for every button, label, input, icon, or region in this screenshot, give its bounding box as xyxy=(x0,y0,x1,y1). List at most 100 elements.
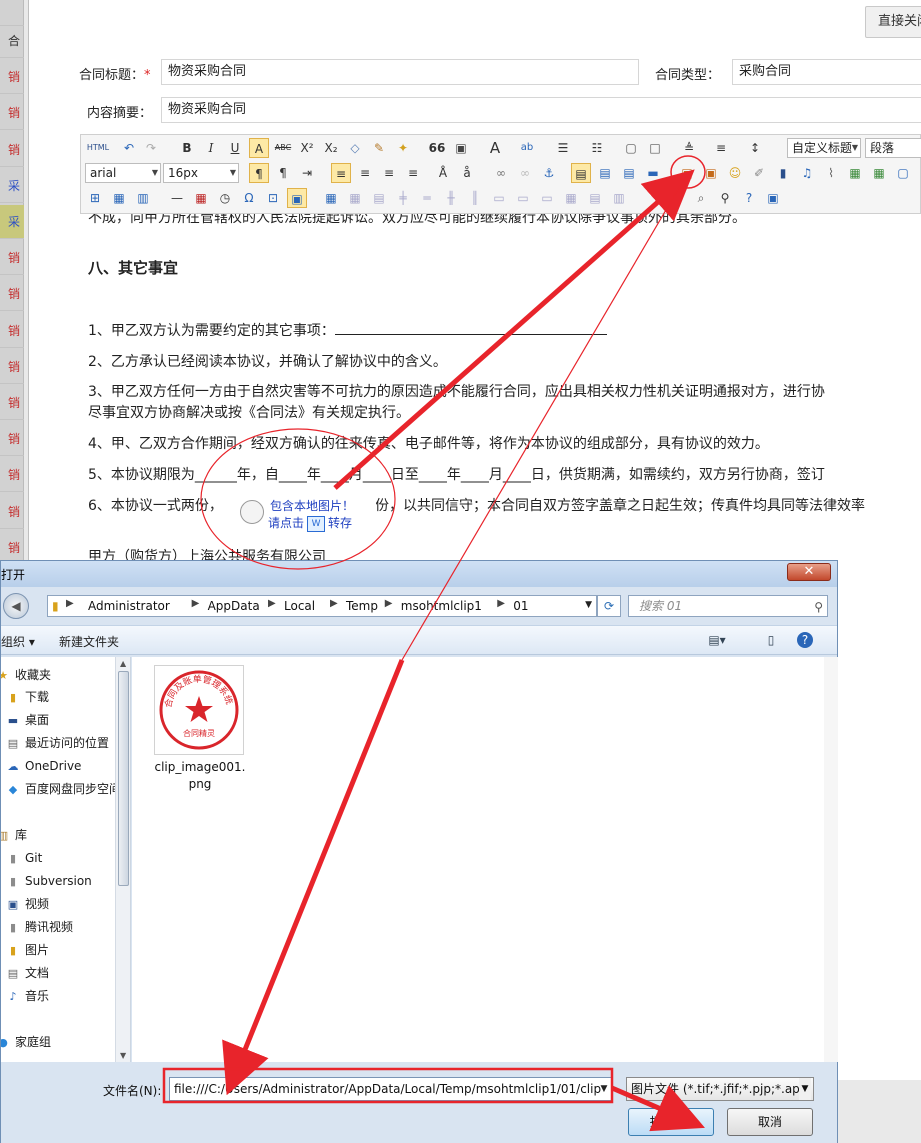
align-left-icon[interactable]: ≡ xyxy=(331,163,351,183)
help-icon[interactable]: ? xyxy=(797,632,813,648)
paste-plain-icon[interactable]: ▣ xyxy=(451,138,471,158)
font-size-select[interactable]: 16px ▼ xyxy=(163,163,239,183)
print-icon[interactable]: ⎙ xyxy=(667,188,687,208)
lowercase-icon[interactable]: å xyxy=(457,163,477,183)
time-icon[interactable]: ◷ xyxy=(215,188,235,208)
document-content[interactable]: 不成，向甲方所在管辖权的人民法院提起诉讼。双方应尽可能的继续履行本协议除争议事项… xyxy=(80,214,921,614)
breadcrumb-item[interactable]: msohtmlclip1 xyxy=(401,599,482,613)
background-list-item[interactable]: 采 xyxy=(0,205,24,239)
html-source-button[interactable]: HTML xyxy=(85,138,111,158)
breadcrumb-item[interactable]: Local xyxy=(284,599,315,613)
nav-item[interactable]: ▮ 图片 xyxy=(5,940,49,960)
pagebreak-icon[interactable]: ⊞ xyxy=(85,188,105,208)
close-directly-button[interactable]: 直接关闭 xyxy=(865,6,921,38)
snapscreen-icon[interactable]: ⊡ xyxy=(263,188,283,208)
nav-item[interactable]: ▤ 最近访问的位置 xyxy=(5,733,109,753)
breadcrumb-item[interactable]: AppData xyxy=(208,599,260,613)
gmap-icon[interactable]: ▦ xyxy=(869,163,889,183)
preview-pane-icon[interactable]: ▯ xyxy=(761,632,781,648)
file-item[interactable]: 合同及账单管理系统 合同精灵 clip_image001.png xyxy=(152,665,248,795)
iframe-icon[interactable]: ▢ xyxy=(893,163,913,183)
dialog-close-button[interactable]: ✕ xyxy=(787,563,831,581)
filename-input[interactable]: file:///C:/Users/Administrator/AppData/L… xyxy=(169,1077,612,1101)
drafts-icon[interactable]: ▣ xyxy=(763,188,783,208)
image-float-right-icon[interactable]: ▤ xyxy=(619,163,639,183)
background-list-item[interactable]: 销 xyxy=(0,422,24,457)
align-center-icon[interactable]: ≡ xyxy=(355,163,375,183)
background-list-item[interactable]: 销 xyxy=(0,241,24,276)
nav-item[interactable]: ▮ Git xyxy=(5,848,42,868)
custom-title-select[interactable]: 自定义标题 ▼ xyxy=(787,138,861,158)
ordered-list-icon[interactable]: ☰ xyxy=(553,138,573,158)
search-input[interactable]: 搜索 01 ⚲ xyxy=(628,595,828,617)
address-bar[interactable]: ▮ ▶ Administrator ▶ AppData ▶ Local ▶ Temp ▶ mso… xyxy=(47,595,597,617)
font-border-button[interactable]: A xyxy=(249,138,269,158)
open-button[interactable]: 打开(O) xyxy=(628,1108,714,1136)
redo-icon[interactable]: ↷ xyxy=(141,138,161,158)
chevron-right-icon[interactable]: ▶ xyxy=(192,598,200,609)
background-icon[interactable]: ▥ xyxy=(133,188,153,208)
cancel-button[interactable]: 取消 xyxy=(727,1108,813,1136)
background-list-item[interactable]: 采 xyxy=(0,169,24,203)
font-family-select[interactable]: arial ▼ xyxy=(85,163,161,183)
split-cols-icon[interactable]: ▥ xyxy=(609,188,629,208)
delete-table-icon[interactable]: ▦ xyxy=(345,188,365,208)
scrollbar-thumb[interactable] xyxy=(118,671,129,886)
background-list-item[interactable]: 销 xyxy=(0,386,24,420)
row-spacing-bottom-icon[interactable]: ≡ xyxy=(711,138,731,158)
insert-paragraph-icon[interactable]: ▤ xyxy=(369,188,389,208)
summary-input[interactable]: 物资采购合同 xyxy=(161,97,921,123)
italic-button[interactable]: I xyxy=(201,138,221,158)
chevron-down-icon[interactable]: ▼ xyxy=(585,600,592,610)
attachment-icon[interactable]: ⌇ xyxy=(821,163,841,183)
row-spacing-top-icon[interactable]: ≜ xyxy=(679,138,699,158)
blockquote-button[interactable]: 66 xyxy=(427,138,447,158)
bold-button[interactable]: B xyxy=(177,138,197,158)
scroll-down-icon[interactable]: ▼ xyxy=(120,1051,126,1060)
new-folder-button[interactable]: 新建文件夹 xyxy=(59,633,119,650)
line-height-icon[interactable]: ↕ xyxy=(745,138,765,158)
clear-doc-icon[interactable]: □ xyxy=(645,138,665,158)
breadcrumb-item[interactable]: 01 xyxy=(513,599,528,613)
background-list-item[interactable]: 销 xyxy=(0,350,24,384)
word-image-icon[interactable]: W xyxy=(307,515,326,532)
font-color-button[interactable]: A xyxy=(485,138,505,158)
chevron-down-icon[interactable]: ▼ xyxy=(597,1079,611,1099)
image-center-icon[interactable]: ▬ xyxy=(643,163,663,183)
align-right-icon[interactable]: ≡ xyxy=(379,163,399,183)
unordered-list-icon[interactable]: ☷ xyxy=(587,138,607,158)
eraser-icon[interactable]: ◇ xyxy=(345,138,365,158)
breadcrumb-item[interactable]: Administrator xyxy=(88,599,170,613)
background-list-item[interactable]: 销 xyxy=(0,458,24,493)
unlink-icon[interactable]: ∞ xyxy=(515,163,535,183)
organize-button[interactable]: 组织 ▾ xyxy=(1,633,35,650)
type-input[interactable]: 采购合同 xyxy=(732,59,921,85)
link-icon[interactable]: ∞ xyxy=(491,163,511,183)
ltr-icon[interactable]: ¶ xyxy=(249,163,269,183)
view-options-icon[interactable]: ▤▾ xyxy=(707,632,727,648)
emotion-icon[interactable]: ☺ xyxy=(725,163,745,183)
chevron-right-icon[interactable]: ▶ xyxy=(330,598,338,609)
insert-video-icon[interactable]: ▮ xyxy=(773,163,793,183)
multi-image-icon[interactable]: ▣ xyxy=(701,163,721,183)
image-float-none-icon[interactable]: ▤ xyxy=(571,163,591,183)
delete-col-icon[interactable]: ║ xyxy=(465,188,485,208)
preview-icon[interactable]: ⌕ xyxy=(691,188,711,208)
insert-row-icon[interactable]: ╪ xyxy=(393,188,413,208)
background-list-item[interactable]: 销 xyxy=(0,277,24,312)
insert-table-icon[interactable]: ▦ xyxy=(321,188,341,208)
align-justify-icon[interactable]: ≡ xyxy=(403,163,423,183)
select-all-icon[interactable]: ▢ xyxy=(621,138,641,158)
file-area-scrollbar[interactable] xyxy=(824,657,838,1062)
auto-format-icon[interactable]: ✦ xyxy=(393,138,413,158)
nav-item[interactable]: ▣ 视频 xyxy=(5,894,49,914)
special-char-icon[interactable]: Ω xyxy=(239,188,259,208)
format-painter-icon[interactable]: ✎ xyxy=(369,138,389,158)
background-list-item[interactable]: 合 xyxy=(0,24,24,58)
breadcrumb-item[interactable]: Temp xyxy=(346,599,378,613)
insert-col-icon[interactable]: ╫ xyxy=(441,188,461,208)
horizontal-rule-icon[interactable]: — xyxy=(167,188,187,208)
background-list-item[interactable]: 销 xyxy=(0,96,24,131)
help-icon[interactable]: ? xyxy=(739,188,759,208)
background-list-item[interactable]: 销 xyxy=(0,314,24,348)
